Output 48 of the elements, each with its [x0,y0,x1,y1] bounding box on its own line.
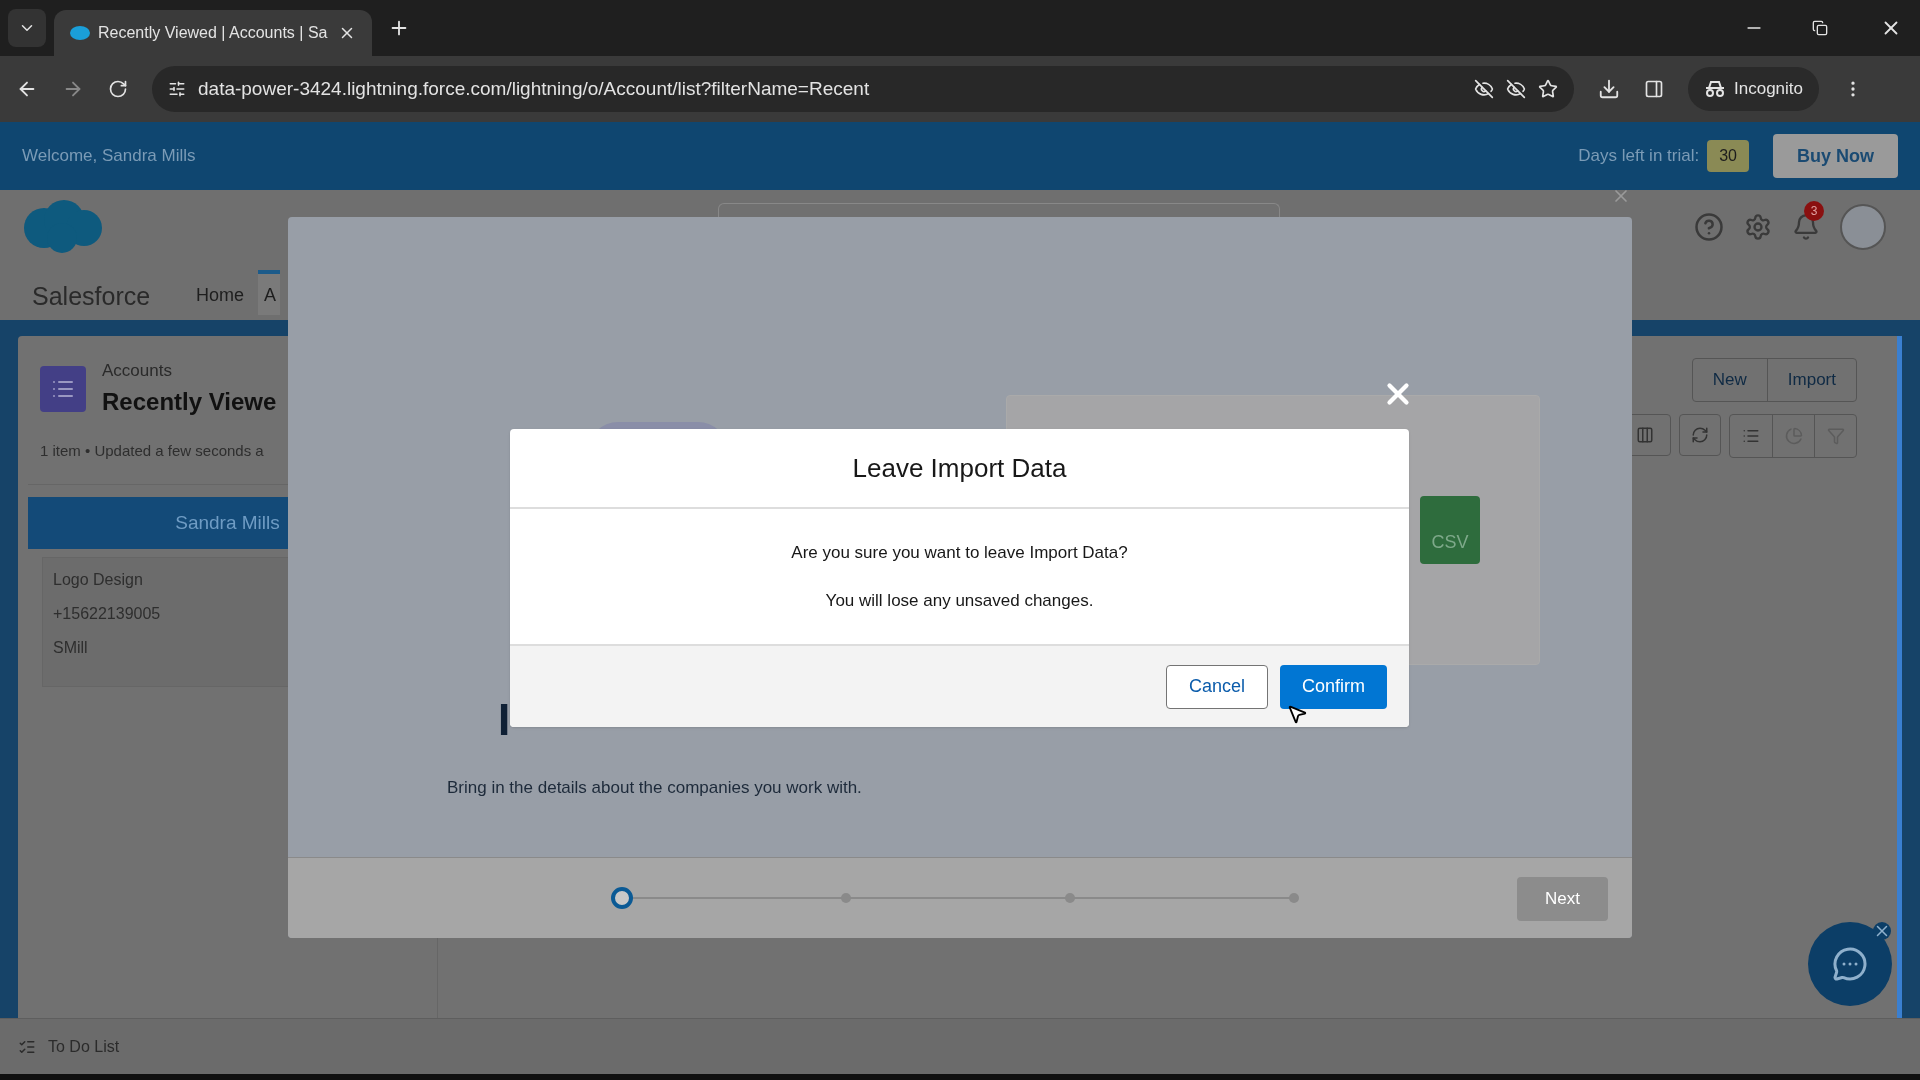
app-name: Salesforce [32,280,152,312]
tab-title: Recently Viewed | Accounts | Sa [98,23,329,43]
welcome-text: Welcome, Sandra Mills [22,145,197,168]
columns-icon [1636,426,1654,444]
list-icon [1742,427,1760,445]
scrollbar[interactable] [1897,336,1902,1018]
nav-tab[interactable]: A [258,270,281,315]
eye-off-icon[interactable] [1506,79,1526,99]
cloud-icon [70,26,90,40]
card-field: +15622139005 [53,602,402,626]
list-action-button[interactable]: Import [1766,359,1856,401]
dialog-title: Leave Import Data [852,451,1067,485]
wizard-description: Bring in the details about the companies you work with. [447,777,862,799]
csv-file-icon: CSV [1420,496,1480,564]
card-field: Logo Design [53,568,402,592]
search-field[interactable] [718,203,1280,217]
chat-icon [1832,946,1868,982]
buy-now-button[interactable]: Buy Now [1773,134,1898,178]
confirm-button[interactable]: Confirm [1280,664,1387,709]
dialog-message: You will lose any unsaved changes. [825,589,1094,612]
reload-icon[interactable] [108,79,128,99]
incognito-badge[interactable]: Incognito [1688,67,1819,111]
list-action-button[interactable]: New [1692,359,1767,401]
object-label: Accounts [102,360,173,382]
address-bar[interactable]: data-power-3424.lightning.force.com/lightning/o/Account/list?filterName=Recent [152,66,1574,112]
nav-tab[interactable]: Home [188,282,252,315]
bookmark-star-icon[interactable] [1538,79,1558,99]
trial-days-label: Days left in trial: [1578,145,1700,168]
incognito-icon [1704,80,1726,98]
wizard-heading: I [498,694,511,746]
accounts-icon [40,365,86,412]
url-text: data-power-3424.lightning.force.com/lightning/o/Account/list?filterName=Recent [198,76,871,101]
site-settings-icon[interactable] [168,80,186,98]
refresh-icon [1691,426,1709,444]
restore-icon[interactable] [1812,20,1828,36]
todo-label[interactable]: To Do List [48,1034,120,1059]
dialog-message: Are you sure you want to leave Import Data? [791,542,1128,564]
trial-days-badge: 30 [1707,140,1749,172]
cancel-button[interactable]: Cancel [1165,664,1268,709]
card-field: SMill [53,636,402,660]
side-panel-icon[interactable] [1644,79,1664,99]
download-icon[interactable] [1598,78,1620,100]
list-meta: 1 item • Updated a few seconds a [39,440,265,461]
refresh-button[interactable] [1679,414,1721,456]
list-title: Recently Viewe [102,386,277,417]
browser-tab[interactable]: Recently Viewed | Accounts | Sa [54,10,372,56]
eye-off-icon[interactable] [1474,79,1494,99]
notification-count: 3 [1804,201,1824,221]
